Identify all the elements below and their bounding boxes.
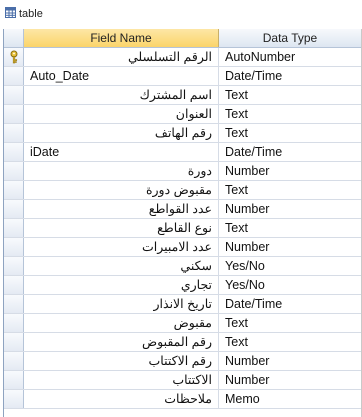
data-type-cell[interactable]: Text <box>219 219 361 237</box>
data-type-column-header[interactable]: Data Type <box>219 29 361 47</box>
field-name-cell[interactable]: العنوان <box>24 105 219 123</box>
field-name-cell[interactable]: تجاري <box>24 276 219 294</box>
table-row[interactable]: العنوان Text <box>4 105 361 124</box>
table-row[interactable]: رقم الاكتتاب Number <box>4 352 361 371</box>
row-selector[interactable] <box>4 86 24 104</box>
field-name-cell[interactable]: مقبوض دورة <box>24 181 219 199</box>
data-type-cell[interactable]: AutoNumber <box>219 48 361 66</box>
field-name-cell[interactable]: عدد القواطع <box>24 200 219 218</box>
data-type-cell[interactable]: Date/Time <box>219 67 361 85</box>
table-row[interactable]: رقم الهاتف Text <box>4 124 361 143</box>
data-type-cell[interactable]: Number <box>219 200 361 218</box>
field-name-cell[interactable]: مقبوض <box>24 314 219 332</box>
table-row[interactable]: رقم المقبوض Text <box>4 333 361 352</box>
table-row[interactable]: سكني Yes/No <box>4 257 361 276</box>
table-row[interactable]: الرقم التسلسلي AutoNumber <box>4 48 361 67</box>
field-name-cell[interactable]: ملاحظات <box>24 390 219 408</box>
key-icon <box>10 50 18 64</box>
object-tab[interactable]: table <box>0 0 362 27</box>
data-type-cell[interactable]: Text <box>219 181 361 199</box>
row-selector[interactable] <box>4 238 24 256</box>
object-tab-title: table <box>19 8 43 20</box>
data-type-cell[interactable]: Text <box>219 314 361 332</box>
field-name-cell[interactable]: iDate <box>24 143 219 161</box>
row-selector[interactable] <box>4 105 24 123</box>
data-type-cell[interactable]: Number <box>219 352 361 370</box>
row-selector[interactable] <box>4 352 24 370</box>
field-name-cell[interactable]: سكني <box>24 257 219 275</box>
data-type-cell[interactable]: Text <box>219 124 361 142</box>
row-selector[interactable] <box>4 67 24 85</box>
table-row[interactable]: iDate Date/Time <box>4 143 361 162</box>
field-name-cell[interactable]: الرقم التسلسلي <box>24 48 219 66</box>
field-rows: الرقم التسلسلي AutoNumber Auto_Date Date/Ti… <box>4 48 361 409</box>
data-type-cell[interactable]: Number <box>219 162 361 180</box>
data-type-cell[interactable]: Text <box>219 86 361 104</box>
row-selector[interactable] <box>4 48 24 66</box>
field-name-cell[interactable]: تاريخ الانذار <box>24 295 219 313</box>
row-selector[interactable] <box>4 333 24 351</box>
data-type-cell[interactable]: Date/Time <box>219 295 361 313</box>
row-selector[interactable] <box>4 314 24 332</box>
field-name-cell[interactable]: دورة <box>24 162 219 180</box>
row-selector[interactable] <box>4 276 24 294</box>
data-type-cell[interactable]: Number <box>219 371 361 389</box>
row-selector[interactable] <box>4 200 24 218</box>
grid-header: Field Name Data Type <box>4 29 361 48</box>
row-selector[interactable] <box>4 390 24 408</box>
data-type-cell[interactable]: Yes/No <box>219 276 361 294</box>
table-row[interactable]: اسم المشترك Text <box>4 86 361 105</box>
table-row[interactable]: عدد القواطع Number <box>4 200 361 219</box>
data-type-cell[interactable]: Date/Time <box>219 143 361 161</box>
row-selector[interactable] <box>4 143 24 161</box>
data-type-cell[interactable]: Text <box>219 105 361 123</box>
field-name-cell[interactable]: رقم الهاتف <box>24 124 219 142</box>
field-name-cell[interactable]: نوع القاطع <box>24 219 219 237</box>
row-selector[interactable] <box>4 162 24 180</box>
table-row[interactable]: مقبوض Text <box>4 314 361 333</box>
field-name-cell[interactable]: اسم المشترك <box>24 86 219 104</box>
table-row[interactable]: تاريخ الانذار Date/Time <box>4 295 361 314</box>
field-name-cell[interactable]: Auto_Date <box>24 67 219 85</box>
field-name-cell[interactable]: عدد الامبيرات <box>24 238 219 256</box>
table-row[interactable]: مقبوض دورة Text <box>4 181 361 200</box>
row-selector[interactable] <box>4 219 24 237</box>
table-row[interactable]: Auto_Date Date/Time <box>4 67 361 86</box>
data-type-cell[interactable]: Memo <box>219 390 361 408</box>
data-type-cell[interactable]: Text <box>219 333 361 351</box>
select-all-corner[interactable] <box>4 29 24 47</box>
table-row[interactable]: تجاري Yes/No <box>4 276 361 295</box>
table-row[interactable]: نوع القاطع Text <box>4 219 361 238</box>
data-type-cell[interactable]: Yes/No <box>219 257 361 275</box>
table-row[interactable]: دورة Number <box>4 162 361 181</box>
field-name-cell[interactable]: رقم الاكتتاب <box>24 352 219 370</box>
field-name-cell[interactable]: الاكتتاب <box>24 371 219 389</box>
row-selector[interactable] <box>4 257 24 275</box>
data-type-cell[interactable]: Number <box>219 238 361 256</box>
row-selector[interactable] <box>4 295 24 313</box>
field-name-cell[interactable]: رقم المقبوض <box>24 333 219 351</box>
field-name-column-header[interactable]: Field Name <box>24 29 219 47</box>
table-icon <box>5 7 16 18</box>
table-row[interactable]: ملاحظات Memo <box>4 390 361 409</box>
row-selector[interactable] <box>4 124 24 142</box>
table-design-grid: Field Name Data Type الرقم التسلسلي AutoN… <box>3 29 362 417</box>
table-row[interactable]: الاكتتاب Number <box>4 371 361 390</box>
row-selector[interactable] <box>4 371 24 389</box>
table-row[interactable]: عدد الامبيرات Number <box>4 238 361 257</box>
row-selector[interactable] <box>4 181 24 199</box>
